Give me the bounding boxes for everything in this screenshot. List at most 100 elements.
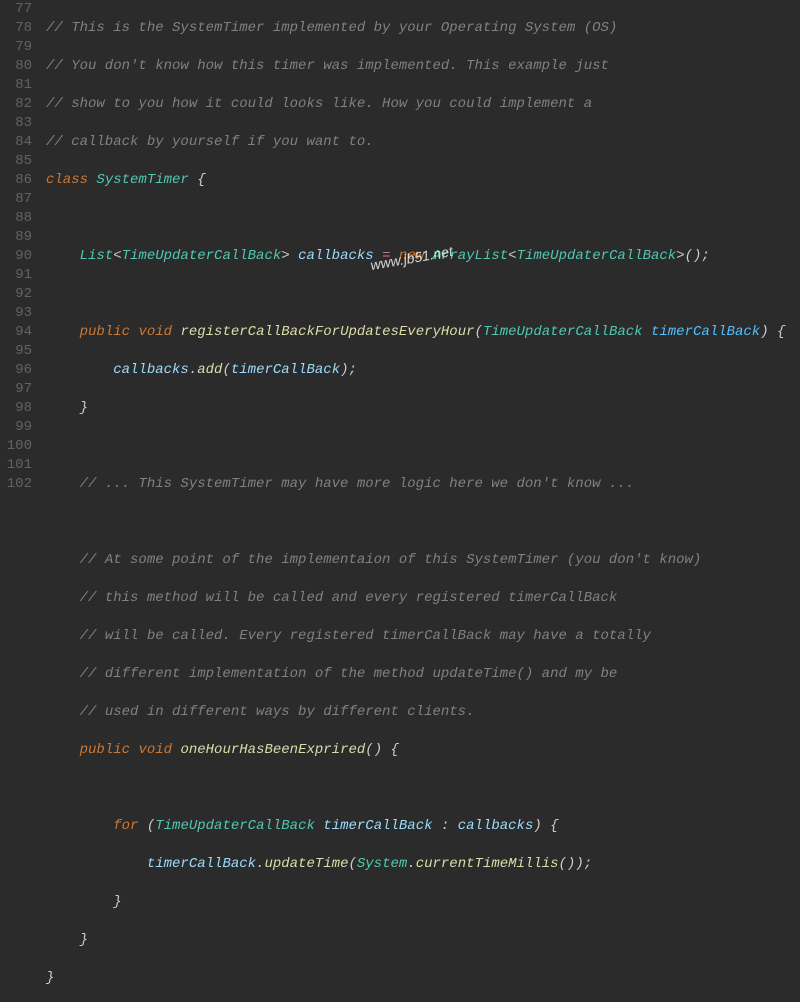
line-number: 97 (0, 380, 32, 399)
iterable: callbacks (458, 818, 534, 834)
line-number: 99 (0, 418, 32, 437)
line-number: 78 (0, 19, 32, 38)
code-line[interactable] (46, 779, 800, 798)
method-add: add (197, 362, 222, 378)
code-line[interactable]: for (TimeUpdaterCallBack timerCallBack :… (46, 817, 800, 836)
angle: < (113, 248, 121, 264)
line-number: 91 (0, 266, 32, 285)
brace-close: } (80, 932, 88, 948)
code-line[interactable]: public void registerCallBackForUpdatesEv… (46, 323, 800, 342)
method-name: oneHourHasBeenExprired (180, 742, 365, 758)
type-generic: TimeUpdaterCallBack (122, 248, 282, 264)
line-number: 92 (0, 285, 32, 304)
argument: timerCallBack (231, 362, 340, 378)
param-name: timerCallBack (651, 324, 760, 340)
comment: // You don't know how this timer was imp… (46, 58, 609, 74)
code-line[interactable] (46, 513, 800, 532)
method-millis: currentTimeMillis (416, 856, 559, 872)
class-system: System (357, 856, 407, 872)
line-number: 84 (0, 133, 32, 152)
code-line[interactable]: // this method will be called and every … (46, 589, 800, 608)
comment: // different implementation of the metho… (80, 666, 618, 682)
code-line[interactable]: } (46, 893, 800, 912)
paren: ( (147, 818, 155, 834)
code-line[interactable]: class SystemTimer { (46, 171, 800, 190)
line-number: 85 (0, 152, 32, 171)
line-number: 79 (0, 38, 32, 57)
line-number: 86 (0, 171, 32, 190)
paren-brace: ) { (760, 324, 785, 340)
comment: // show to you how it could looks like. … (46, 96, 592, 112)
keyword-class: class (46, 172, 88, 188)
code-line[interactable]: } (46, 931, 800, 950)
paren: ( (222, 362, 230, 378)
line-number: 102 (0, 475, 32, 494)
keyword-for: for (113, 818, 138, 834)
code-line[interactable]: callbacks.add(timerCallBack); (46, 361, 800, 380)
colon: : (433, 818, 458, 834)
code-line[interactable]: // different implementation of the metho… (46, 665, 800, 684)
comment: // ... This SystemTimer may have more lo… (80, 476, 635, 492)
paren-brace: ) { (533, 818, 558, 834)
keyword-void: void (138, 742, 172, 758)
code-line[interactable]: // show to you how it could looks like. … (46, 95, 800, 114)
line-number: 93 (0, 304, 32, 323)
line-number: 101 (0, 456, 32, 475)
keyword-void: void (138, 324, 172, 340)
type-generic: TimeUpdaterCallBack (517, 248, 677, 264)
angle: < (508, 248, 516, 264)
keyword-public: public (80, 742, 130, 758)
comment: // will be called. Every registered time… (80, 628, 651, 644)
comment: // This is the SystemTimer implemented b… (46, 20, 617, 36)
comment: // callback by yourself if you want to. (46, 134, 374, 150)
code-line[interactable] (46, 437, 800, 456)
keyword-new: new (399, 248, 424, 264)
line-number: 89 (0, 228, 32, 247)
type-name: SystemTimer (96, 172, 188, 188)
angle: > (281, 248, 289, 264)
code-line[interactable]: public void oneHourHasBeenExprired() { (46, 741, 800, 760)
code-line[interactable]: // You don't know how this timer was imp… (46, 57, 800, 76)
code-line[interactable]: // At some point of the implementaion of… (46, 551, 800, 570)
dot: . (256, 856, 264, 872)
type-list: List (80, 248, 114, 264)
variable: callbacks (298, 248, 374, 264)
line-number: 88 (0, 209, 32, 228)
param-type: TimeUpdaterCallBack (483, 324, 643, 340)
line-number: 98 (0, 399, 32, 418)
code-line[interactable]: } (46, 969, 800, 988)
loop-var: timerCallBack (323, 818, 432, 834)
code-line[interactable]: // callback by yourself if you want to. (46, 133, 800, 152)
comment: // used in different ways by different c… (80, 704, 475, 720)
code-line[interactable]: // will be called. Every registered time… (46, 627, 800, 646)
keyword-public: public (80, 324, 130, 340)
tail: (); (685, 248, 710, 264)
operator-assign: = (374, 248, 399, 264)
code-editor[interactable]: 77 78 79 80 81 82 83 84 85 86 87 88 89 9… (0, 0, 800, 501)
line-number: 90 (0, 247, 32, 266)
code-line[interactable]: // ... This SystemTimer may have more lo… (46, 475, 800, 494)
code-line[interactable]: } (46, 399, 800, 418)
code-line[interactable]: List<TimeUpdaterCallBack> callbacks = ne… (46, 247, 800, 266)
method-call: updateTime (264, 856, 348, 872)
dot: . (407, 856, 415, 872)
line-number: 82 (0, 95, 32, 114)
brace-close: } (46, 970, 54, 986)
line-number: 87 (0, 190, 32, 209)
code-line[interactable]: // used in different ways by different c… (46, 703, 800, 722)
line-number: 80 (0, 57, 32, 76)
line-number: 96 (0, 361, 32, 380)
code-line[interactable] (46, 209, 800, 228)
comment: // this method will be called and every … (80, 590, 618, 606)
paren: ( (348, 856, 356, 872)
dot: . (189, 362, 197, 378)
code-content[interactable]: // This is the SystemTimer implemented b… (40, 0, 800, 501)
loop-type: TimeUpdaterCallBack (155, 818, 315, 834)
line-number: 81 (0, 76, 32, 95)
end: ); (340, 362, 357, 378)
line-number: 100 (0, 437, 32, 456)
line-number: 95 (0, 342, 32, 361)
code-line[interactable]: timerCallBack.updateTime(System.currentT… (46, 855, 800, 874)
code-line[interactable]: // This is the SystemTimer implemented b… (46, 19, 800, 38)
code-line[interactable] (46, 285, 800, 304)
